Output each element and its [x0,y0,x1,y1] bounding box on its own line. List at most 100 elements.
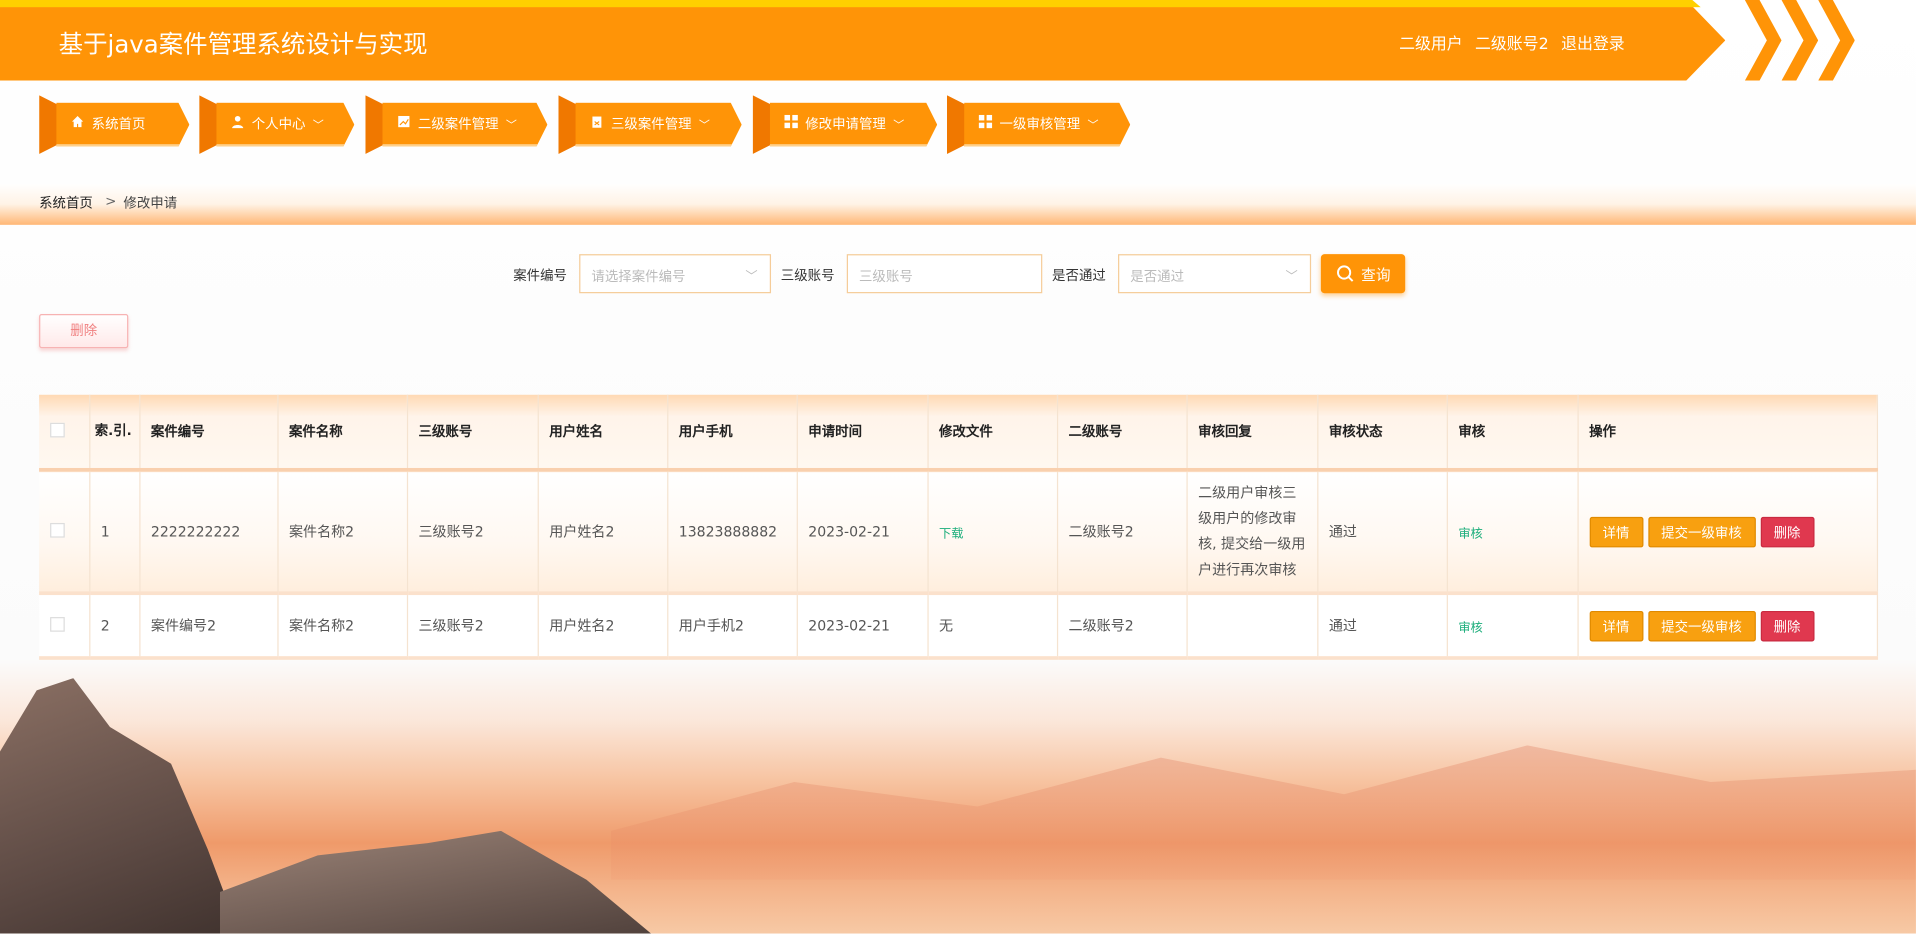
cell-account2: 二级账号2 [1056,469,1188,596]
query-label: 查询 [1361,265,1391,283]
select-all-header [39,394,90,472]
cell-case_no: 案件编号2 [139,593,278,660]
breadcrumb-home[interactable]: 系统首页 [39,193,93,213]
breadcrumb-current: 修改申请 [123,195,178,212]
query-button[interactable]: 查询 [1320,254,1406,294]
cell-file: 无 [927,593,1058,660]
chevron-down-icon: ﹀ [698,119,710,132]
index-value: 2 [100,617,110,635]
nav-label: 二级案件管理 [417,116,499,132]
grid-icon [978,114,993,132]
column-header: 案件名称 [277,394,408,472]
batch-delete-button[interactable]: 删除 [39,314,129,349]
case-no-placeholder: 请选择案件编号 [591,268,686,285]
column-header: 二级账号 [1056,394,1188,472]
row-checkbox-cell [39,593,90,660]
submit-review-button[interactable]: 提交一级审核 [1647,516,1756,547]
cell-index: 1 [89,469,140,596]
cell-phone: 13823888882 [667,469,798,596]
case-no-select[interactable]: 请选择案件编号 ﹀ [579,254,772,294]
nav-label: 一级审核管理 [999,116,1081,132]
cell-phone: 用户手机2 [667,593,798,660]
column-header: 用户手机 [667,394,798,472]
case_name-value: 案件名称2 [288,522,355,541]
pass-placeholder: 是否通过 [1130,268,1185,285]
audit-value[interactable]: 审核 [1458,527,1482,540]
status-value: 通过 [1328,522,1357,541]
detail-button[interactable]: 详情 [1589,610,1643,641]
account-input[interactable]: 三级账号 [846,254,1043,294]
chart-icon [397,115,410,132]
background-rocks [219,830,660,934]
detail-button[interactable]: 详情 [1589,516,1643,547]
cell-status: 通过 [1317,593,1448,660]
name-value: 用户姓名2 [549,522,615,541]
file-value: 无 [939,617,954,635]
cell-index: 2 [89,593,140,660]
account-placeholder: 三级账号 [858,268,913,285]
row-checkbox[interactable] [50,522,65,538]
cell-name: 用户姓名2 [537,593,668,660]
select-all-checkbox[interactable] [50,422,65,437]
delete-button[interactable]: 删除 [1760,516,1814,547]
nav-item-3[interactable]: 三级案件管理 ﹀ [558,95,742,154]
column-header: 案件编号 [139,394,278,472]
row-checkbox[interactable] [50,616,65,632]
file-value[interactable]: 下载 [939,527,963,540]
nav-item-1[interactable]: 个人中心 ﹀ [199,95,355,154]
column-header: 索.引. [89,394,140,472]
data-table: 索.引. 案件编号 案件名称 三级账号 用户姓名 用户手机 申请时间 修改文件 二级账号 审核回复… [39,394,1878,660]
account3-value: 三级账号2 [418,522,484,541]
actions-cell: 详情 提交一级审核 删除 [1577,593,1878,660]
submit-review-button[interactable]: 提交一级审核 [1647,610,1756,641]
chevron-down-icon: ﹀ [312,119,324,132]
cell-account3: 三级账号2 [406,593,539,660]
logout-link[interactable]: 退出登录 [1561,35,1625,53]
cell-account3: 三级账号2 [406,469,539,596]
column-header: 审核回复 [1186,394,1318,472]
cell-audit: 审核 [1446,593,1579,660]
case_no-value: 案件编号2 [150,617,217,635]
name-value: 用户姓名2 [549,617,615,635]
nav-item-5[interactable]: 一级审核管理 ﹀ [946,95,1131,154]
clipboard-icon [590,115,603,132]
pass-label: 是否通过 [1052,267,1106,284]
delete-button[interactable]: 删除 [1760,610,1814,641]
actions-cell: 详情 提交一级审核 删除 [1577,469,1878,596]
column-header: 审核状态 [1317,394,1448,472]
cell-date: 2023-02-21 [796,593,929,660]
cell-file: 下载 [927,469,1058,596]
cell-case_name: 案件名称2 [277,469,408,596]
user-info: 二级用户 二级账号2 退出登录 [1399,31,1632,54]
header: 基于java案件管理系统设计与实现 二级用户 二级账号2 退出登录 [0,0,1916,81]
phone-value: 13823888882 [678,522,778,541]
chevron-down-icon: ﹀ [1087,119,1099,132]
date-value: 2023-02-21 [808,522,890,541]
account-label: 三级账号 [780,267,835,284]
nav-label: 系统首页 [91,116,146,132]
background-hills [610,745,1916,880]
account2-value: 二级账号2 [1068,522,1134,541]
case_no-value: 2222222222 [150,522,241,541]
row-checkbox-cell [39,469,90,596]
nav-item-0[interactable]: 系统首页 [39,95,190,154]
account3-value: 三级账号2 [418,617,484,635]
cell-reply: 二级用户审核三级用户的修改审核, 提交给一级用户进行再次审核 [1186,469,1318,596]
home-icon [71,115,84,132]
chevron-down-icon: ﹀ [745,270,758,284]
column-header: 审核 [1446,394,1579,472]
grid-icon [784,114,798,132]
column-header: 申请时间 [796,394,929,472]
cell-date: 2023-02-21 [796,469,929,596]
nav-item-4[interactable]: 修改申请管理 ﹀ [752,95,938,154]
pass-select[interactable]: 是否通过 ﹀ [1118,254,1312,294]
cell-case_no: 2222222222 [139,469,278,596]
audit-value[interactable]: 审核 [1458,621,1482,634]
case_name-value: 案件名称2 [288,617,355,635]
reply-value: 二级用户审核三级用户的修改审核, 提交给一级用户进行再次审核 [1198,483,1306,578]
account2-value: 二级账号2 [1068,617,1134,635]
nav-item-2[interactable]: 二级案件管理 ﹀ [365,95,548,154]
cell-name: 用户姓名2 [537,469,668,596]
cell-audit: 审核 [1446,469,1579,596]
user-role: 二级用户 [1399,35,1463,54]
